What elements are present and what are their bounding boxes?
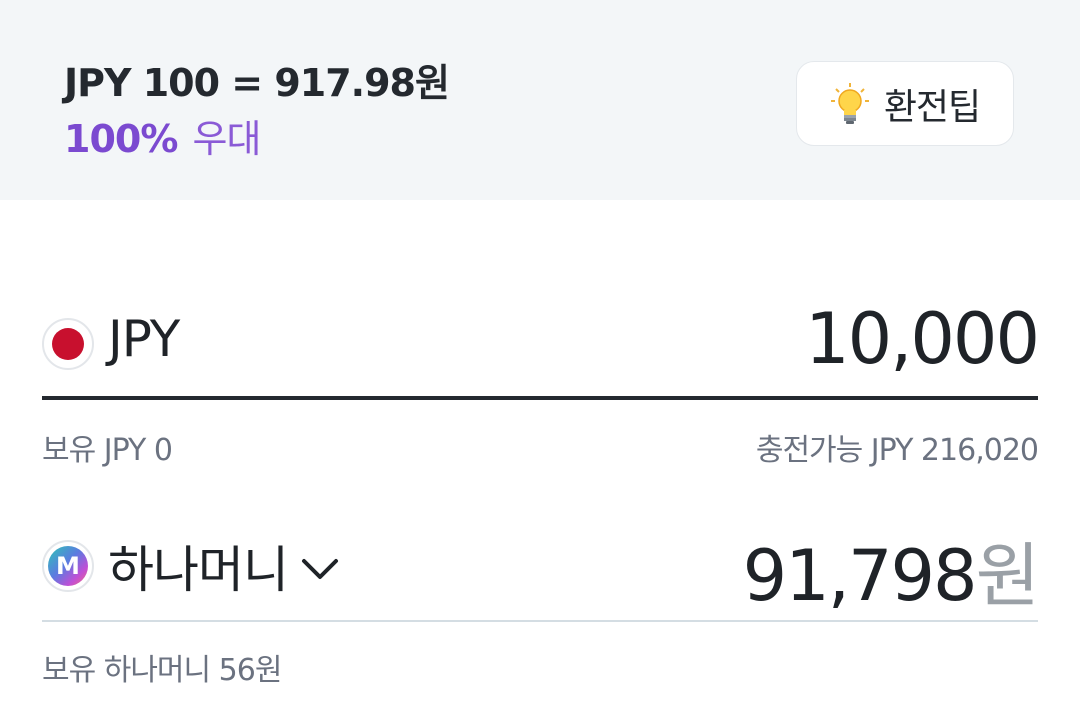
to-currency-row: M 하나머니 91,798원 [42,524,1040,620]
discount-label: 우대 [192,117,262,161]
hana-money-logo-letter: M [48,546,88,586]
jpy-chargeable-amount: 충전가능 JPY 216,020 [755,433,1039,468]
hana-money-logo-icon: M [42,540,94,592]
hana-money-holding-balance: 보유 하나머니 56원 [42,653,282,688]
to-amount-value: 91,798 [742,535,978,617]
chevron-down-icon [302,559,338,579]
payment-source-selector[interactable]: 하나머니 [108,530,340,602]
discount-rate: 100% 우대 [64,108,262,163]
exchange-tip-label: 환전팁 [883,86,981,128]
lightbulb-icon [830,82,869,124]
jpy-holding-balance: 보유 JPY 0 [42,433,173,468]
payment-source-name: 하나머니 [108,541,289,599]
amount-input-underline [42,396,1038,400]
from-currency-row: JPY 10,000 [42,298,1040,398]
discount-percent: 100% [64,117,178,161]
from-amount-input[interactable]: 10,000 [805,298,1040,380]
to-amount: 91,798원 [742,520,1040,621]
to-amount-underline [42,620,1038,622]
to-amount-unit: 원 [975,535,1040,617]
exchange-rate-text: JPY 100 = 917.98원 [64,61,450,105]
exchange-tip-button[interactable]: 환전팁 [796,61,1014,146]
from-currency-code: JPY [108,310,180,368]
japan-flag-icon [42,318,94,370]
exchange-rate-panel: JPY 100 = 917.98원 100% 우대 환전팁 [0,0,1080,200]
